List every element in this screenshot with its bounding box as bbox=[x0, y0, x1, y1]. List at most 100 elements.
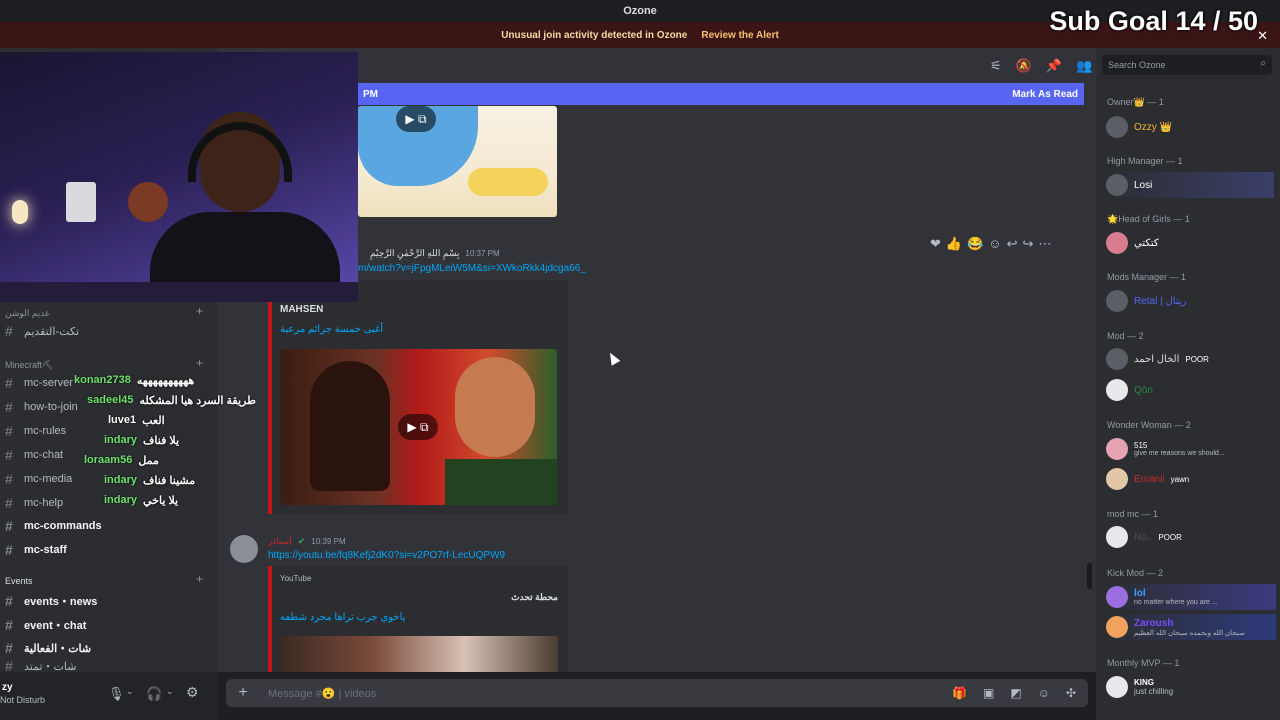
shirt bbox=[445, 459, 557, 505]
embed-author[interactable]: محطة تحدث bbox=[511, 592, 558, 603]
chevron-down-icon[interactable]: ⌄ bbox=[126, 686, 134, 697]
laugh-reaction-icon[interactable]: 😂 bbox=[967, 236, 983, 252]
avatar bbox=[1106, 290, 1128, 312]
add-channel-icon[interactable]: + bbox=[196, 304, 203, 318]
avatar bbox=[1106, 526, 1128, 548]
gift-icon[interactable]: 🎁 bbox=[952, 686, 967, 700]
sticker-icon[interactable]: ◩ bbox=[1010, 686, 1021, 700]
category-label[interactable]: عديم الوشن bbox=[5, 308, 50, 319]
avatar bbox=[1106, 438, 1128, 460]
composer-icons: 🎁 ▣ ◩ ☺ ✣ bbox=[952, 686, 1076, 700]
category-events[interactable]: Events bbox=[5, 576, 33, 586]
member-item[interactable]: Retal | ريتال bbox=[1106, 288, 1186, 314]
member-item[interactable]: Zaroush سبحان الله وبحمده سبحان الله العظ… bbox=[1106, 614, 1276, 640]
member-item[interactable]: Losi bbox=[1106, 172, 1274, 198]
add-reaction-icon[interactable]: ☺ bbox=[988, 236, 1001, 252]
mark-as-read-button[interactable]: Mark As Read bbox=[1012, 89, 1078, 100]
emoji-icon[interactable]: ☺ bbox=[1038, 686, 1050, 700]
more-icon[interactable]: ⋯ bbox=[1038, 236, 1051, 252]
video-thumbnail[interactable]: ▶ ⧉ bbox=[280, 349, 557, 505]
hash-icon: # bbox=[5, 518, 13, 534]
message-link[interactable]: https://youtu.be/fq8Kefj2dK0?si=v2PO7rf-… bbox=[268, 550, 505, 561]
lamp bbox=[12, 200, 28, 224]
avatar bbox=[1106, 174, 1128, 196]
channel-ticket[interactable]: # تكت-التقديم bbox=[5, 320, 215, 342]
add-channel-icon[interactable]: + bbox=[196, 356, 203, 370]
stream-chat-row: sadeel45 طريقة السرد هيا المشكله bbox=[87, 394, 256, 407]
channel-event-other[interactable]: # شات・تمتد bbox=[5, 660, 215, 672]
role-header: 🌟Head of Girls — 1 bbox=[1107, 214, 1190, 224]
mute-icon[interactable]: 🔕 bbox=[1016, 58, 1032, 74]
channel-event-arabic[interactable]: # شات・الفعالية bbox=[5, 637, 215, 659]
message-author[interactable]: بِسْمِ اللهِ الرَّحْمٰنِ الرَّحِيْمِ bbox=[370, 248, 459, 259]
channel-mc-staff[interactable]: # mc-staff bbox=[5, 539, 215, 561]
pin-icon[interactable]: 📌 bbox=[1046, 58, 1062, 74]
member-item[interactable]: lol no matter where you are ... bbox=[1106, 584, 1276, 610]
gear-icon[interactable]: ⚙ bbox=[186, 684, 199, 701]
member-item[interactable]: No.. POOR bbox=[1106, 524, 1182, 550]
new-messages-since: PM bbox=[363, 88, 378, 100]
member-item[interactable]: KING just chilling bbox=[1106, 674, 1173, 700]
avatar bbox=[1106, 232, 1128, 254]
channel-events-news[interactable]: # events・news bbox=[5, 590, 215, 612]
hash-icon: # bbox=[5, 617, 13, 633]
embed-title[interactable]: ياخوي جرب تراها مجرد شطفه bbox=[280, 612, 405, 623]
message-composer[interactable]: + Message #😮 | videos 🎁 ▣ ◩ ☺ ✣ bbox=[226, 679, 1088, 707]
video-thumbnail[interactable] bbox=[280, 636, 558, 672]
chevron-down-icon[interactable]: ⌄ bbox=[166, 686, 174, 697]
video-thumbnail[interactable]: ▶ ⧉ bbox=[358, 106, 557, 217]
apps-icon[interactable]: ✣ bbox=[1066, 686, 1076, 700]
new-messages-bar[interactable]: PM Mark As Read bbox=[357, 83, 1084, 105]
members-icon[interactable]: 👥 bbox=[1076, 58, 1092, 74]
user-panel: zy Not Disturb 🎙 ⌄ 🎧 ⌄ ⚙ bbox=[0, 672, 218, 720]
member-item[interactable]: Qōn bbox=[1106, 377, 1153, 403]
search-input[interactable]: Search Ozone ⌕ bbox=[1102, 55, 1272, 75]
channel-event-chat[interactable]: # event・chat bbox=[5, 614, 215, 636]
channel-mc-commands[interactable]: # mc-commands bbox=[5, 515, 215, 537]
message-header: بِسْمِ اللهِ الرَّحْمٰنِ الرَّحِيْمِ 10:… bbox=[370, 248, 500, 259]
add-attachment-icon[interactable]: + bbox=[226, 684, 260, 702]
play-icon[interactable]: ▶ ⧉ bbox=[398, 414, 438, 440]
avatar bbox=[1106, 586, 1128, 608]
person-silhouette bbox=[310, 361, 390, 491]
member-item[interactable]: 515 give me reasons we should... bbox=[1106, 436, 1276, 462]
role-header: High Manager — 1 bbox=[1107, 156, 1183, 166]
webcam-overlay bbox=[0, 52, 358, 302]
desk bbox=[0, 282, 358, 302]
role-header: Wonder Woman — 2 bbox=[1107, 420, 1191, 430]
forward-icon[interactable]: ↪ bbox=[1022, 236, 1033, 252]
search-icon[interactable]: ⌕ bbox=[1260, 58, 1266, 69]
message-link[interactable]: m/watch?v=jFpgMLeiW5M&si=XWkoRkk4jdcga66… bbox=[358, 263, 586, 274]
chat-scrollbar[interactable] bbox=[1087, 563, 1092, 589]
headphones-icon[interactable]: 🎧 bbox=[146, 686, 162, 702]
member-item[interactable]: الخال احمد POOR bbox=[1106, 346, 1274, 372]
message-author[interactable]: أستاذر bbox=[268, 536, 292, 547]
reply-icon[interactable]: ↩ bbox=[1007, 236, 1018, 252]
member-item[interactable]: Emanii yawn bbox=[1106, 466, 1189, 492]
add-channel-icon[interactable]: + bbox=[196, 572, 203, 586]
gif-icon[interactable]: ▣ bbox=[983, 686, 994, 700]
play-icon[interactable]: ▶ ⧉ bbox=[396, 106, 436, 132]
threads-icon[interactable]: ⚟ bbox=[990, 58, 1002, 74]
stream-chat-overlay: konan2738 ههههههههههه sadeel45 طريقة السرد… bbox=[74, 370, 274, 510]
thumbs-up-reaction-icon[interactable]: 👍 bbox=[946, 236, 962, 252]
embed-title[interactable]: أغبى خمسة جرائم مرعبة bbox=[280, 324, 383, 335]
hash-icon: # bbox=[5, 399, 13, 415]
avatar[interactable] bbox=[230, 535, 258, 563]
heart-reaction-icon[interactable]: ❤ bbox=[930, 236, 941, 252]
hash-icon: # bbox=[5, 660, 13, 672]
close-icon[interactable]: ✕ bbox=[1257, 28, 1268, 44]
review-alert-button[interactable]: Review the Alert bbox=[701, 30, 778, 41]
message-actions: ❤ 👍 😂 ☺ ↩ ↪ ⋯ bbox=[930, 236, 1051, 252]
embed-provider: MAHSEN bbox=[280, 304, 324, 315]
microphone-icon[interactable]: 🎙 bbox=[108, 686, 125, 702]
hash-icon: # bbox=[5, 593, 13, 609]
role-header: Mod — 2 bbox=[1107, 331, 1144, 341]
message-input[interactable]: Message #😮 | videos bbox=[268, 687, 376, 700]
user-status: Not Disturb bbox=[0, 695, 46, 705]
sub-goal-overlay: Sub Goal 14 / 50 bbox=[1049, 6, 1258, 36]
member-item[interactable]: كتكتي bbox=[1106, 230, 1159, 256]
app-title: Ozone bbox=[623, 5, 657, 17]
member-item[interactable]: Ozzy 👑 bbox=[1106, 114, 1172, 140]
category-minecraft[interactable]: Minecraft⛏ bbox=[5, 360, 53, 371]
